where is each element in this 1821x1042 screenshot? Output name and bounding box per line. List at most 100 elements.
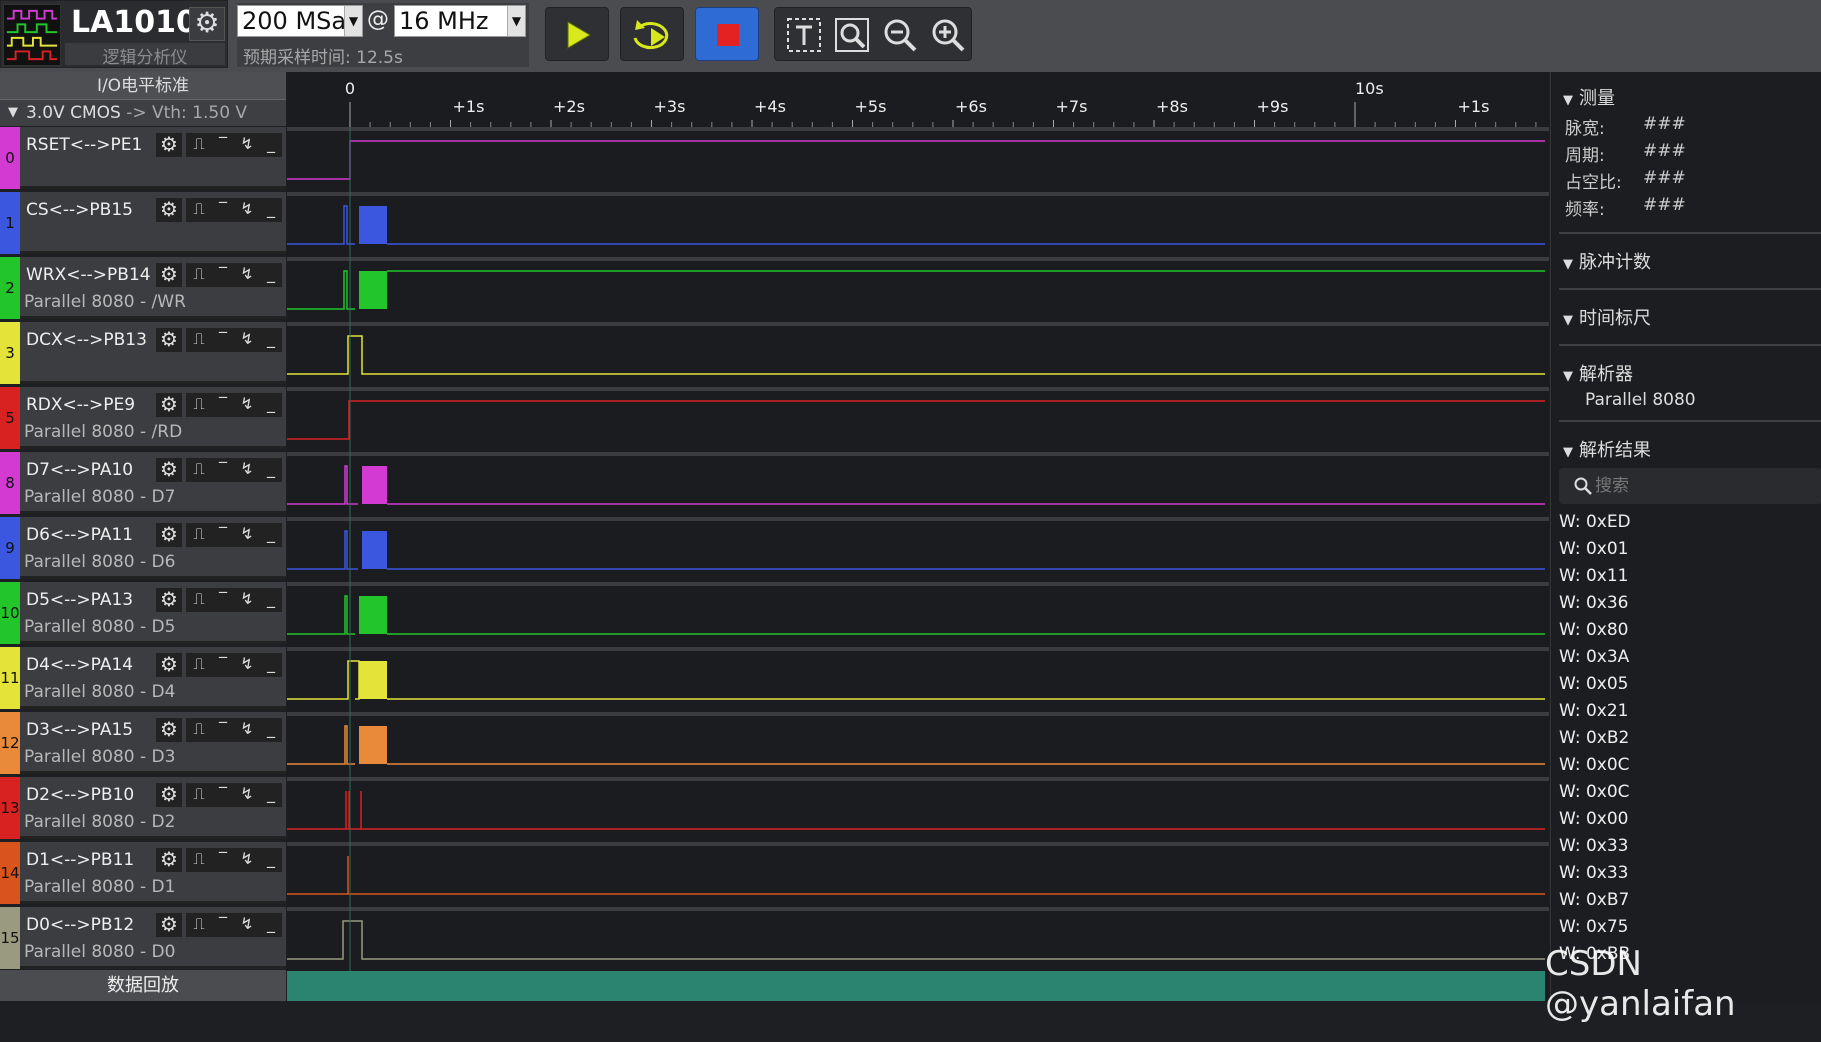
decode-result-item[interactable]: W: 0x75: [1559, 917, 1628, 943]
sample-frequency-select[interactable]: 16 MHz ▼: [394, 5, 526, 37]
chevron-down-icon[interactable]: ▼: [344, 6, 362, 36]
low-level-trigger-icon[interactable]: _: [260, 653, 282, 677]
decode-result-item[interactable]: W: 0x00: [1559, 809, 1628, 835]
channel-row[interactable]: 13 D2<-->PB10 Parallel 8080 - D2 ⚙ ⎍ ‾ ↯ _: [0, 777, 286, 839]
decode-result-item[interactable]: W: 0x80: [1559, 620, 1628, 646]
channel-settings-gear-icon[interactable]: ⚙: [156, 913, 182, 937]
low-level-trigger-icon[interactable]: _: [260, 783, 282, 807]
falling-edge-trigger-icon[interactable]: ↯: [236, 588, 258, 612]
channel-row[interactable]: 1 CS<-->PB15 ⚙ ⎍ ‾ ↯ _: [0, 192, 286, 254]
low-level-trigger-icon[interactable]: _: [260, 393, 282, 417]
channel-row[interactable]: 8 D7<-->PA10 Parallel 8080 - D7 ⚙ ⎍ ‾ ↯ _: [0, 452, 286, 514]
channel-settings-gear-icon[interactable]: ⚙: [156, 653, 182, 677]
search-input[interactable]: [1595, 472, 1815, 500]
waveform-view[interactable]: 0 +1s +2s +3s +4s +5s +6s +7s +8s +9s 10s +1s: [287, 72, 1549, 1001]
channel-row[interactable]: 2 WRX<-->PB14 Parallel 8080 - /WR ⚙ ⎍ ‾ ↯ _: [0, 257, 286, 319]
channel-settings-gear-icon[interactable]: ⚙: [156, 328, 182, 352]
falling-edge-trigger-icon[interactable]: ↯: [236, 328, 258, 352]
io-level-select[interactable]: ▼ 3.0V CMOS -> Vth: 1.50 V: [0, 100, 286, 126]
channel-settings-gear-icon[interactable]: ⚙: [156, 718, 182, 742]
stop-button[interactable]: [695, 7, 759, 61]
high-level-trigger-icon[interactable]: ‾: [212, 783, 234, 807]
rising-edge-trigger-icon[interactable]: ⎍: [188, 913, 210, 937]
decode-result-item[interactable]: W: 0x0C: [1559, 755, 1630, 781]
channel-settings-gear-icon[interactable]: ⚙: [156, 263, 182, 287]
device-settings-gear-icon[interactable]: ⚙: [189, 7, 225, 41]
chevron-down-icon[interactable]: ▼: [507, 6, 525, 36]
sample-rate-select[interactable]: 200 MSa ▼: [237, 5, 363, 37]
low-level-trigger-icon[interactable]: _: [260, 588, 282, 612]
falling-edge-trigger-icon[interactable]: ↯: [236, 653, 258, 677]
channel-settings-gear-icon[interactable]: ⚙: [156, 133, 182, 157]
decoder-section-header[interactable]: ▼ 解析器: [1563, 360, 1633, 386]
high-level-trigger-icon[interactable]: ‾: [212, 263, 234, 287]
decode-result-item[interactable]: W: 0xB7: [1559, 890, 1629, 916]
falling-edge-trigger-icon[interactable]: ↯: [236, 393, 258, 417]
playback-timeline-bar[interactable]: [287, 971, 1545, 1001]
falling-edge-trigger-icon[interactable]: ↯: [236, 198, 258, 222]
channel-settings-gear-icon[interactable]: ⚙: [156, 393, 182, 417]
channel-settings-gear-icon[interactable]: ⚙: [156, 523, 182, 547]
channel-row[interactable]: 9 D6<-->PA11 Parallel 8080 - D6 ⚙ ⎍ ‾ ↯ _: [0, 517, 286, 579]
high-level-trigger-icon[interactable]: ‾: [212, 393, 234, 417]
low-level-trigger-icon[interactable]: _: [260, 523, 282, 547]
rising-edge-trigger-icon[interactable]: ⎍: [188, 458, 210, 482]
decode-result-item[interactable]: W: 0x21: [1559, 701, 1628, 727]
zoom-area-icon[interactable]: [833, 16, 871, 54]
falling-edge-trigger-icon[interactable]: ↯: [236, 848, 258, 872]
low-level-trigger-icon[interactable]: _: [260, 133, 282, 157]
rising-edge-trigger-icon[interactable]: ⎍: [188, 588, 210, 612]
decode-result-item[interactable]: W: 0xED: [1559, 512, 1631, 538]
high-level-trigger-icon[interactable]: ‾: [212, 718, 234, 742]
rising-edge-trigger-icon[interactable]: ⎍: [188, 783, 210, 807]
high-level-trigger-icon[interactable]: ‾: [212, 653, 234, 677]
low-level-trigger-icon[interactable]: _: [260, 263, 282, 287]
falling-edge-trigger-icon[interactable]: ↯: [236, 718, 258, 742]
collapse-triangle-icon[interactable]: ▼: [8, 100, 18, 126]
channel-row[interactable]: 10 D5<-->PA13 Parallel 8080 - D5 ⚙ ⎍ ‾ ↯ _: [0, 582, 286, 644]
channel-row[interactable]: 14 D1<-->PB11 Parallel 8080 - D1 ⚙ ⎍ ‾ ↯ _: [0, 842, 286, 904]
waveform-canvas[interactable]: 0 +1s +2s +3s +4s +5s +6s +7s +8s +9s 10s +1s: [287, 72, 1549, 971]
high-level-trigger-icon[interactable]: ‾: [212, 458, 234, 482]
low-level-trigger-icon[interactable]: _: [260, 718, 282, 742]
falling-edge-trigger-icon[interactable]: ↯: [236, 913, 258, 937]
high-level-trigger-icon[interactable]: ‾: [212, 588, 234, 612]
high-level-trigger-icon[interactable]: ‾: [212, 133, 234, 157]
channel-row[interactable]: 0 RSET<-->PE1 ⚙ ⎍ ‾ ↯ _: [0, 127, 286, 189]
falling-edge-trigger-icon[interactable]: ↯: [236, 783, 258, 807]
loop-capture-button[interactable]: [620, 7, 684, 61]
decode-result-item[interactable]: W: 0xB2: [1559, 728, 1629, 754]
measure-section-header[interactable]: ▼ 测量: [1563, 84, 1615, 110]
decode-result-item[interactable]: W: 0x36: [1559, 593, 1628, 619]
channel-settings-gear-icon[interactable]: ⚙: [156, 198, 182, 222]
low-level-trigger-icon[interactable]: _: [260, 198, 282, 222]
decode-result-item[interactable]: W: 0x33: [1559, 863, 1628, 889]
decode-result-item[interactable]: W: 0x0C: [1559, 782, 1630, 808]
rising-edge-trigger-icon[interactable]: ⎍: [188, 848, 210, 872]
decode-result-item[interactable]: W: 0x11: [1559, 566, 1628, 592]
text-tool-icon[interactable]: [785, 16, 823, 54]
start-button[interactable]: [545, 7, 609, 61]
data-playback-button[interactable]: 数据回放: [0, 970, 286, 1001]
high-level-trigger-icon[interactable]: ‾: [212, 913, 234, 937]
high-level-trigger-icon[interactable]: ‾: [212, 523, 234, 547]
rising-edge-trigger-icon[interactable]: ⎍: [188, 523, 210, 547]
channel-row[interactable]: 15 D0<-->PB12 Parallel 8080 - D0 ⚙ ⎍ ‾ ↯ _: [0, 907, 286, 969]
low-level-trigger-icon[interactable]: _: [260, 328, 282, 352]
zoom-in-icon[interactable]: [929, 16, 967, 54]
falling-edge-trigger-icon[interactable]: ↯: [236, 133, 258, 157]
decode-result-item[interactable]: W: 0x33: [1559, 836, 1628, 862]
low-level-trigger-icon[interactable]: _: [260, 913, 282, 937]
decode-result-item[interactable]: W: 0x3A: [1559, 647, 1629, 673]
channel-row[interactable]: 11 D4<-->PA14 Parallel 8080 - D4 ⚙ ⎍ ‾ ↯ _: [0, 647, 286, 709]
pulse-count-section-header[interactable]: ▼ 脉冲计数: [1563, 248, 1651, 274]
channel-row[interactable]: 5 RDX<-->PE9 Parallel 8080 - /RD ⚙ ⎍ ‾ ↯ _: [0, 387, 286, 449]
rising-edge-trigger-icon[interactable]: ⎍: [188, 133, 210, 157]
channel-settings-gear-icon[interactable]: ⚙: [156, 588, 182, 612]
rising-edge-trigger-icon[interactable]: ⎍: [188, 328, 210, 352]
high-level-trigger-icon[interactable]: ‾: [212, 848, 234, 872]
high-level-trigger-icon[interactable]: ‾: [212, 328, 234, 352]
rising-edge-trigger-icon[interactable]: ⎍: [188, 718, 210, 742]
rising-edge-trigger-icon[interactable]: ⎍: [188, 393, 210, 417]
channel-settings-gear-icon[interactable]: ⚙: [156, 458, 182, 482]
